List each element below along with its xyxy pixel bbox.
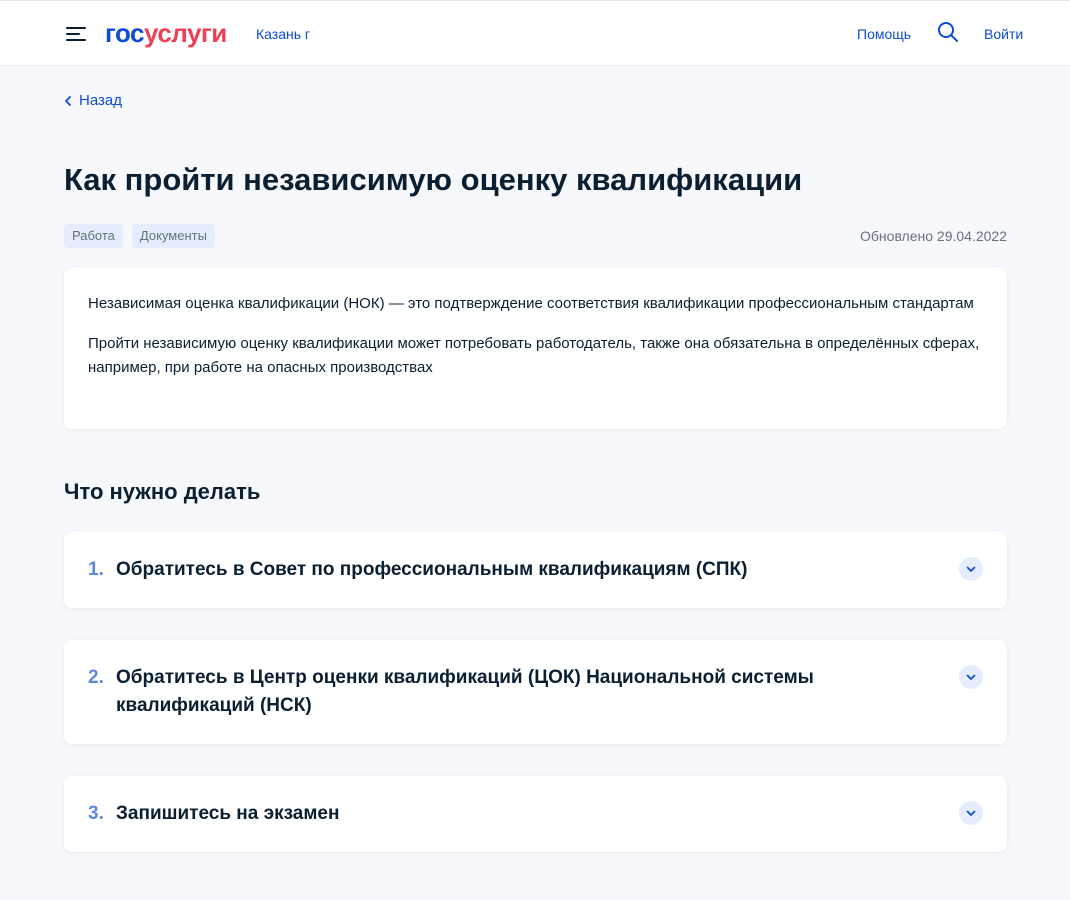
page-title: Как пройти независимую оценку квалификац… [64,162,803,197]
step-number: 2. [88,667,104,688]
back-link[interactable]: Назад [64,91,122,111]
step-card-3[interactable]: 3. Запишитесь на экзамен [64,776,1007,852]
step-title: Запишитесь на экзамен [116,803,340,824]
intro-card: Независимая оценка квалификации (НОК) — … [64,268,1007,429]
step-number: 1. [88,559,104,580]
city-selector[interactable]: Казань г [256,25,310,43]
login-link[interactable]: Войти [984,25,1023,43]
tag-documents[interactable]: Документы [131,224,215,248]
chevron-left-icon [65,96,71,106]
back-label: Назад [79,92,122,109]
gosuslugi-logo[interactable]: госуслуги [105,17,227,49]
step-card-1[interactable]: 1. Обратитесь в Совет по профессиональны… [64,532,1007,608]
tag-work[interactable]: Работа [64,224,123,248]
updated-date: Обновлено 29.04.2022 [860,228,1007,244]
section-title: Что нужно делать [64,479,261,504]
step-title: Обратитесь в Центр оценки квалификаций (… [116,667,814,716]
intro-paragraph: Пройти независимую оценку квалификации м… [88,335,980,376]
chevron-down-icon[interactable] [959,665,983,689]
help-link[interactable]: Помощь [857,25,911,43]
search-icon[interactable] [937,21,959,43]
menu-icon[interactable] [66,25,86,43]
chevron-down-icon[interactable] [959,801,983,825]
tag-list: Работа Документы [64,224,215,248]
step-card-2[interactable]: 2. Обратитесь в Центр оценки квалификаци… [64,640,1007,744]
step-title: Обратитесь в Совет по профессиональным к… [116,559,748,580]
intro-paragraph: Независимая оценка квалификации (НОК) — … [88,295,974,312]
step-number: 3. [88,803,104,824]
chevron-down-icon[interactable] [959,557,983,581]
header: госуслуги Казань г Помощь Войти [0,0,1070,66]
